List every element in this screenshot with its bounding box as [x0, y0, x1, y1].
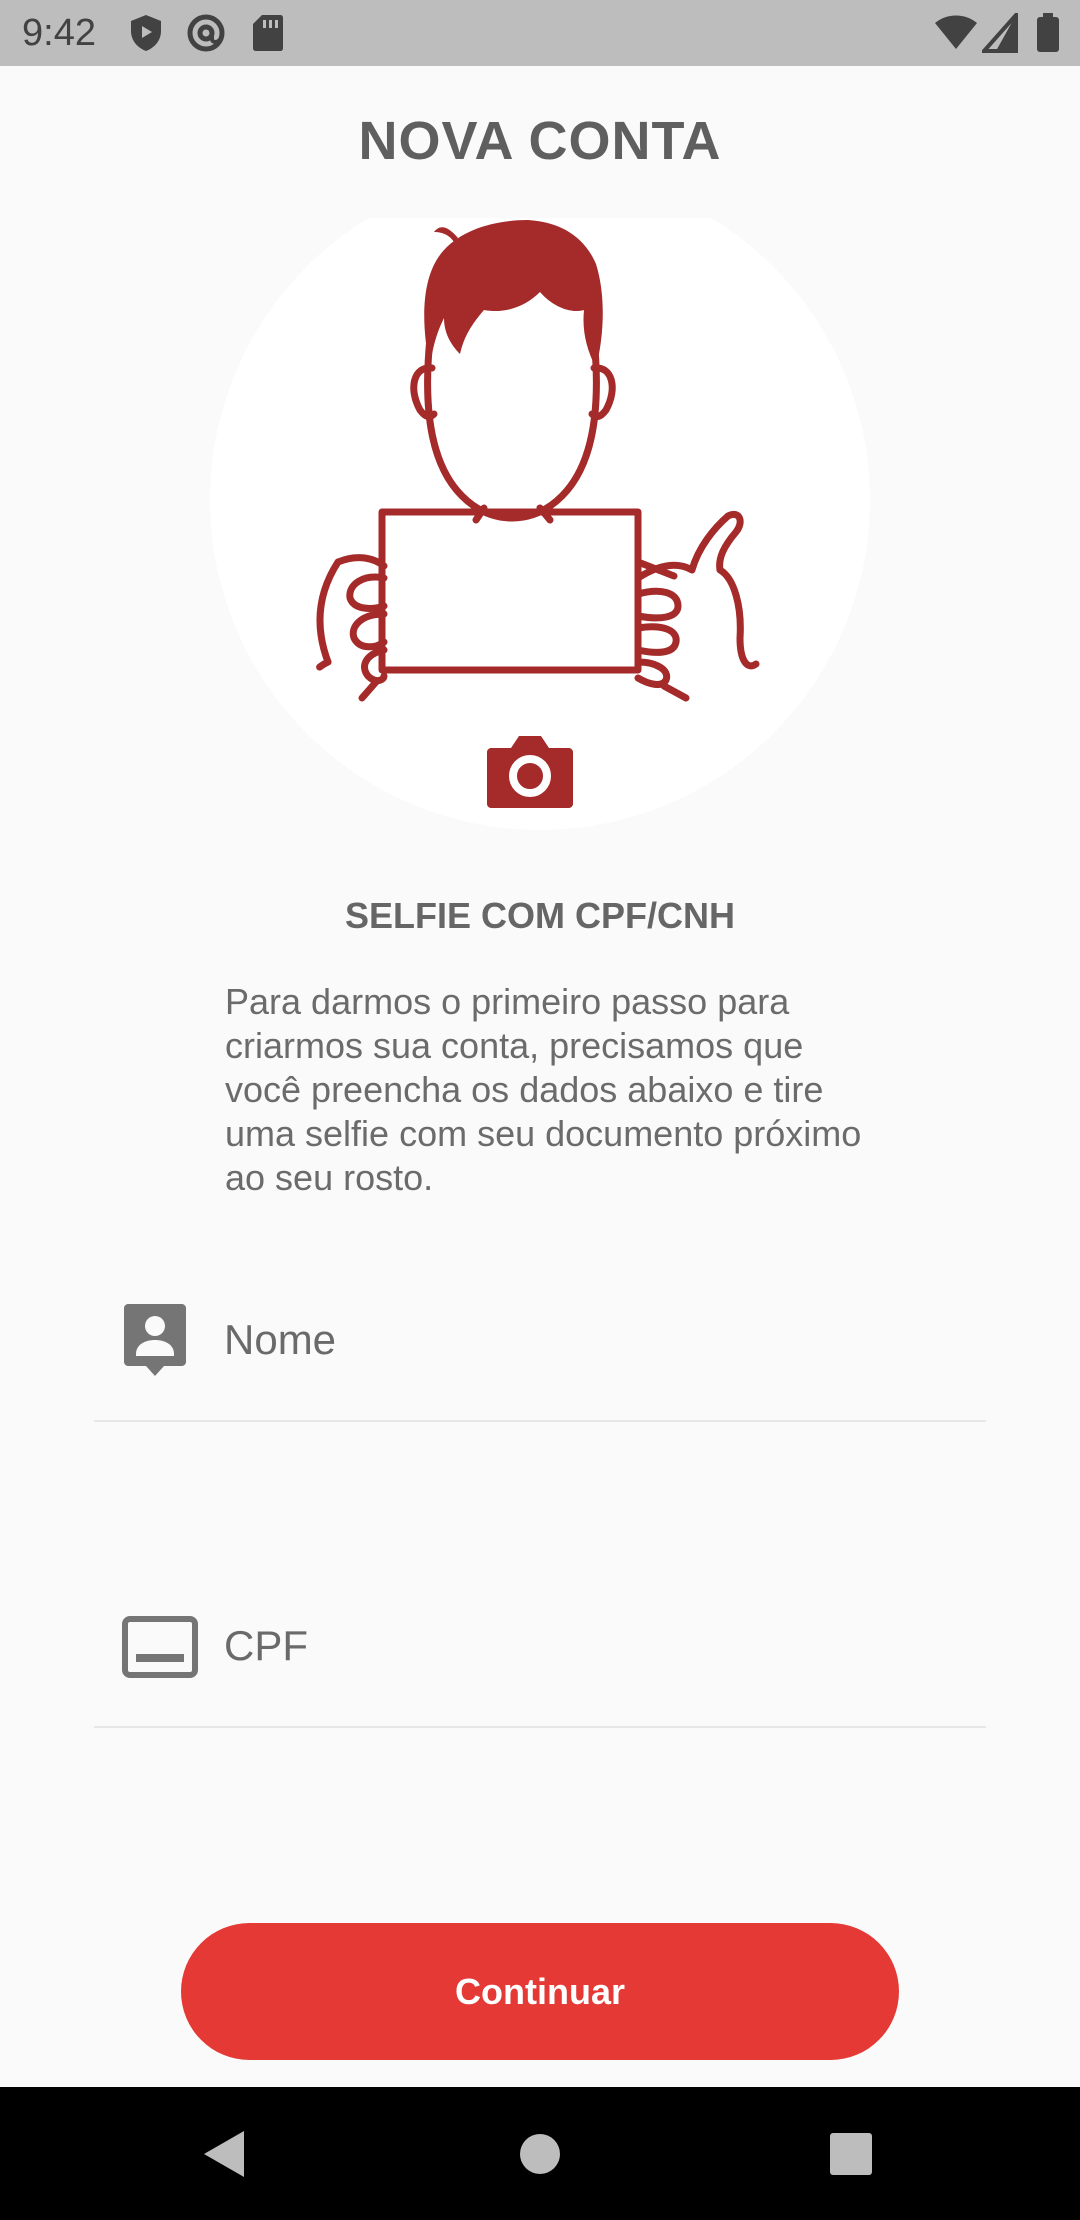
recents-icon[interactable]: [824, 2127, 878, 2181]
sd-card-icon: [253, 15, 283, 51]
status-bar: 9:42: [0, 0, 1080, 66]
contact-icon: [124, 1304, 186, 1376]
page-title: NOVA CONTA: [358, 111, 722, 171]
new-account-screen: 9:42 NOVA CONTA SELFIE COM CPF/CNH Para …: [0, 0, 1080, 2220]
home-icon[interactable]: [513, 2127, 567, 2181]
continue-button[interactable]: Continuar: [181, 1923, 899, 2060]
selfie-description: Para darmos o primeiro passo para criarm…: [225, 981, 862, 1198]
at-icon: [187, 14, 225, 52]
selfie-title: SELFIE COM CPF/CNH: [344, 895, 735, 936]
wifi-icon: [935, 15, 977, 49]
battery-icon: [1037, 13, 1059, 52]
name-field[interactable]: [94, 1290, 986, 1422]
status-time: 9:42: [22, 12, 96, 54]
back-icon[interactable]: [200, 2127, 254, 2181]
camera-icon[interactable]: [487, 730, 573, 808]
cpf-field[interactable]: [94, 1596, 986, 1728]
navigation-bar: [0, 2087, 1080, 2220]
shield-icon: [131, 15, 161, 51]
name-input[interactable]: [224, 1300, 964, 1380]
signal-icon: [982, 13, 1018, 53]
id-card-icon: [122, 1616, 198, 1678]
cpf-input[interactable]: [224, 1606, 964, 1686]
